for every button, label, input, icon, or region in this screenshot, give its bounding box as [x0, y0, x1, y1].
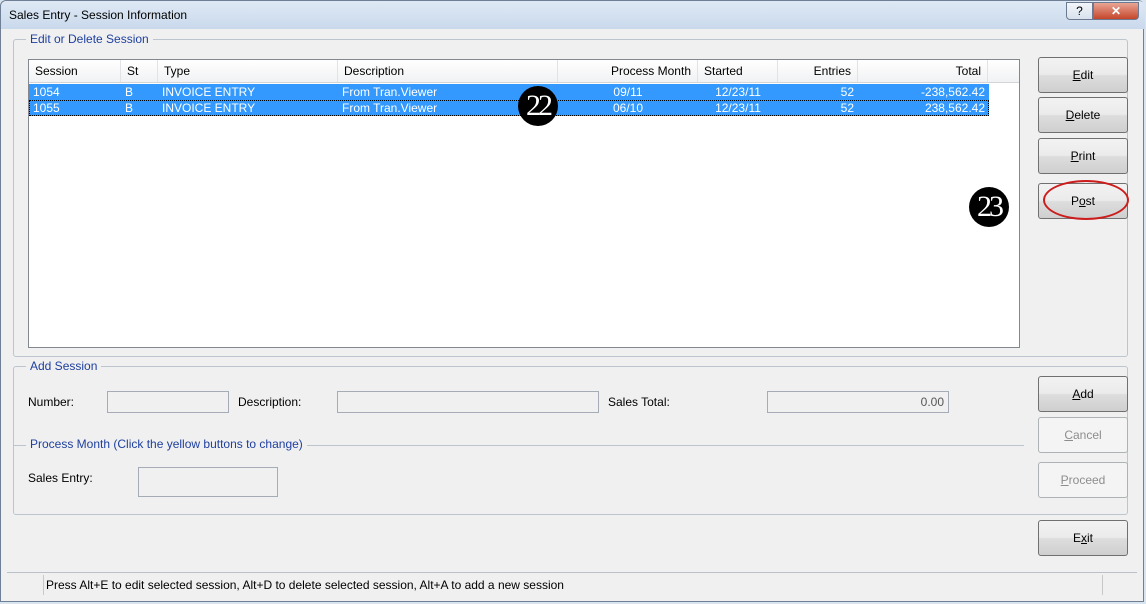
column-header-entries[interactable]: Entries [778, 60, 858, 82]
column-header-description[interactable]: Description [338, 60, 558, 82]
help-button[interactable]: ? [1066, 2, 1093, 20]
sales-total-field[interactable]: 0.00 [767, 391, 949, 413]
column-header-process-month[interactable]: Process Month [558, 60, 698, 82]
cell-started: 12/23/11 [715, 85, 761, 99]
cell-total: 238,562.42 [924, 101, 985, 115]
cell-started: 12/23/11 [715, 101, 761, 115]
sales-entry-field[interactable] [138, 467, 278, 497]
edit-session-legend: Edit or Delete Session [26, 32, 153, 46]
add-session-legend: Add Session [26, 359, 102, 373]
close-button[interactable]: ✕ [1093, 2, 1139, 20]
cell-session: 1055 [33, 101, 60, 115]
sales-total-label: Sales Total: [608, 395, 670, 409]
process-month-legend: Process Month (Click the yellow buttons … [26, 437, 307, 451]
column-header-total[interactable]: Total [858, 60, 988, 82]
cell-entries: 52 [840, 85, 854, 99]
cell-entries: 52 [840, 101, 854, 115]
cell-status: B [125, 85, 134, 99]
exit-button[interactable]: Exit [1038, 520, 1128, 556]
number-label: Number: [28, 395, 75, 409]
sales-entry-label: Sales Entry: [28, 471, 93, 485]
annotation-badge-22: 22 [518, 86, 558, 126]
cell-process-month: 09/11 [613, 85, 643, 99]
add-button[interactable]: Add [1038, 376, 1128, 412]
cell-type: INVOICE ENTRY [162, 101, 256, 115]
cell-session: 1054 [33, 85, 60, 99]
column-header-status[interactable]: St [121, 60, 158, 82]
table-row[interactable]: 1055 B INVOICE ENTRY From Tran.Viewer 06… [29, 100, 989, 116]
window-title: Sales Entry - Session Information [9, 8, 188, 22]
cell-process-month: 06/10 [612, 101, 644, 115]
edit-button[interactable]: Edit [1038, 57, 1128, 93]
add-session-group: Add Session Number: Description: Sales T… [13, 359, 1128, 515]
client-area: Edit or Delete Session Session St Type D… [7, 29, 1137, 597]
status-bar: Press Alt+E to edit selected session, Al… [7, 572, 1137, 597]
print-button[interactable]: Print [1038, 138, 1128, 174]
delete-button[interactable]: Delete [1038, 97, 1128, 133]
post-highlight-ring [1043, 180, 1129, 220]
table-row[interactable]: 1054 B INVOICE ENTRY From Tran.Viewer 09… [29, 84, 989, 100]
cell-type: INVOICE ENTRY [162, 85, 256, 99]
description-field[interactable] [337, 391, 599, 413]
number-field[interactable] [107, 391, 229, 413]
description-label: Description: [238, 395, 302, 409]
column-header-started[interactable]: Started [698, 60, 778, 82]
status-text: Press Alt+E to edit selected session, Al… [43, 575, 1103, 595]
cancel-button[interactable]: Cancel [1038, 417, 1128, 453]
annotation-badge-23: 23 [969, 187, 1009, 227]
proceed-button[interactable]: Proceed [1038, 462, 1128, 498]
column-header-type[interactable]: Type [158, 60, 338, 82]
list-header: Session St Type Description Process Mont… [29, 60, 1019, 83]
cell-status: B [125, 101, 134, 115]
title-bar[interactable]: Sales Entry - Session Information ? ✕ [1, 1, 1145, 29]
cell-total: -238,562.42 [920, 85, 985, 99]
edit-session-group: Edit or Delete Session Session St Type D… [13, 32, 1128, 357]
column-header-session[interactable]: Session [29, 60, 121, 82]
